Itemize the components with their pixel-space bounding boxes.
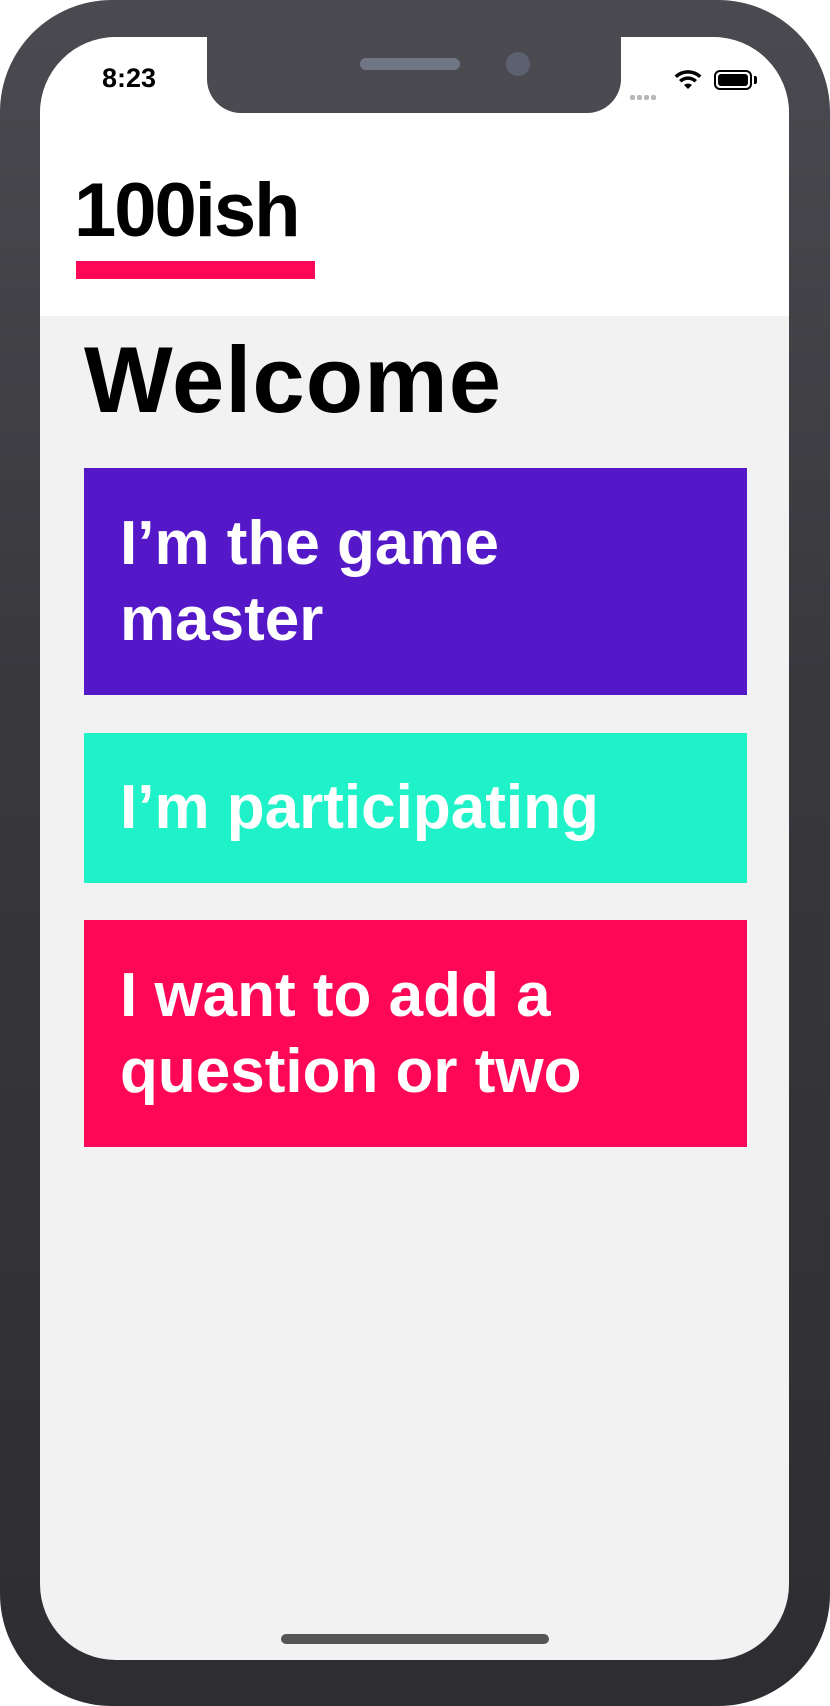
status-time: 8:23 <box>102 63 157 93</box>
cellular-signal-icon <box>630 85 658 104</box>
add-question-button-label: I want to add a question or two <box>120 960 582 1106</box>
add-question-button[interactable]: I want to add a question or two <box>84 920 747 1147</box>
status-bar: 8:23 <box>40 37 789 117</box>
participant-button[interactable]: I’m participating <box>84 733 747 883</box>
speaker-grille <box>360 58 460 70</box>
battery-icon <box>714 70 752 90</box>
battery-tip <box>754 76 757 84</box>
device-notch <box>207 37 621 113</box>
app-screen: 8:23 100ish Welcome I’m the game master … <box>40 37 789 1660</box>
logo-underline <box>76 261 315 279</box>
front-camera <box>506 52 530 76</box>
wifi-icon <box>674 70 702 89</box>
app-header: 100ish <box>40 117 789 316</box>
home-indicator[interactable] <box>281 1634 549 1644</box>
page-title: Welcome <box>84 327 502 432</box>
game-master-button[interactable]: I’m the game master <box>84 468 747 695</box>
participant-button-label: I’m participating <box>120 773 599 842</box>
phone-frame: 8:23 100ish Welcome I’m the game master … <box>0 0 830 1706</box>
game-master-button-label: I’m the game master <box>120 508 499 654</box>
app-logo[interactable]: 100ish <box>74 173 301 249</box>
